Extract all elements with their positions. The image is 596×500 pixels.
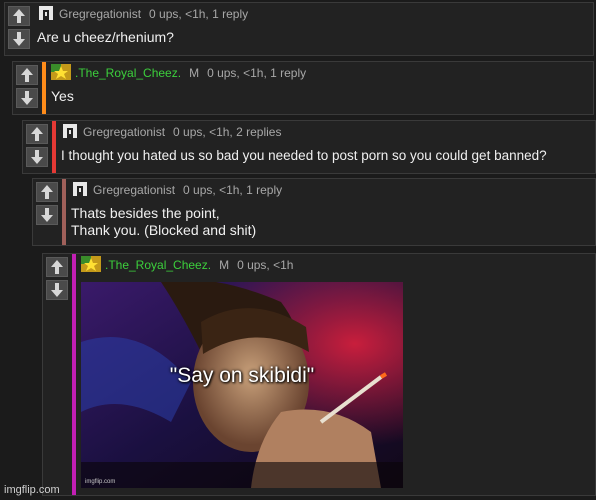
username[interactable]: Gregregationist <box>59 7 141 21</box>
arrow-down-icon[interactable] <box>36 205 58 225</box>
meme-watermark: imgflip.com <box>85 479 116 485</box>
comment-text: I thought you hated us so bad you needed… <box>61 148 547 163</box>
arrow-up-icon[interactable] <box>36 182 58 202</box>
vote-controls <box>16 65 42 111</box>
meme-image[interactable]: "Say on skibidi" imgflip.com <box>81 282 403 488</box>
star-avatar-icon[interactable] <box>51 63 71 83</box>
comment-meta: 0 ups, <1h, 1 reply <box>183 183 283 197</box>
vote-controls <box>46 257 72 303</box>
comment-text: Thats besides the point, Thank you. (Blo… <box>71 205 257 238</box>
comment-meta: 0 ups, <1h <box>237 258 294 272</box>
comment-text: Yes <box>51 88 74 104</box>
comment-4: Gregregationist 0 ups, <1h, 1 reply That… <box>32 178 596 246</box>
comment-header: Gregregationist 0 ups, <1h, 1 reply <box>37 3 593 25</box>
vote-controls <box>26 124 52 170</box>
comment-meta: 0 ups, <1h, 1 reply <box>149 7 249 21</box>
star-avatar-icon[interactable] <box>81 255 101 275</box>
comment-1: Gregregationist 0 ups, <1h, 1 reply Are … <box>4 2 594 56</box>
arrow-up-icon[interactable] <box>16 65 38 85</box>
moderator-badge: M <box>189 66 200 80</box>
thread-indent-bar <box>72 254 76 495</box>
arrow-down-icon[interactable] <box>46 280 68 300</box>
thread-indent-bar <box>42 62 46 114</box>
comment-header: Gregregationist 0 ups, <1h, 1 reply <box>71 179 595 201</box>
arrow-down-icon[interactable] <box>26 147 48 167</box>
pixel-avatar-icon[interactable] <box>61 121 79 143</box>
comment-meta: 0 ups, <1h, 1 reply <box>207 66 307 80</box>
comment-header: .The_Royal_Cheez. M 0 ups, <1h, 1 reply <box>51 62 593 84</box>
comment-header: Gregregationist 0 ups, <1h, 2 replies <box>61 121 595 143</box>
moderator-badge: M <box>219 258 230 272</box>
comment-meta: 0 ups, <1h, 2 replies <box>173 125 282 139</box>
username[interactable]: .The_Royal_Cheez. <box>75 66 181 80</box>
vote-controls <box>36 182 62 228</box>
username[interactable]: Gregregationist <box>83 125 165 139</box>
site-watermark: imgflip.com <box>4 484 60 496</box>
username[interactable]: Gregregationist <box>93 183 175 197</box>
meme-caption: "Say on skibidi" <box>169 364 315 387</box>
comment-3: Gregregationist 0 ups, <1h, 2 replies I … <box>22 120 596 174</box>
arrow-up-icon[interactable] <box>46 257 68 277</box>
pixel-avatar-icon[interactable] <box>71 179 89 201</box>
pixel-avatar-icon[interactable] <box>37 3 55 25</box>
thread-indent-bar <box>62 179 66 245</box>
arrow-down-icon[interactable] <box>16 88 38 108</box>
username[interactable]: .The_Royal_Cheez. <box>105 258 211 272</box>
comment-2: .The_Royal_Cheez. M 0 ups, <1h, 1 reply … <box>12 61 594 115</box>
vote-controls <box>8 6 34 52</box>
comment-header: .The_Royal_Cheez. M 0 ups, <1h <box>81 254 595 276</box>
comment-text: Are u cheez/rhenium? <box>37 29 174 45</box>
arrow-up-icon[interactable] <box>8 6 30 26</box>
comment-5: .The_Royal_Cheez. M 0 ups, <1h "Say on s… <box>42 253 596 496</box>
arrow-up-icon[interactable] <box>26 124 48 144</box>
arrow-down-icon[interactable] <box>8 29 30 49</box>
thread-indent-bar <box>52 121 56 173</box>
